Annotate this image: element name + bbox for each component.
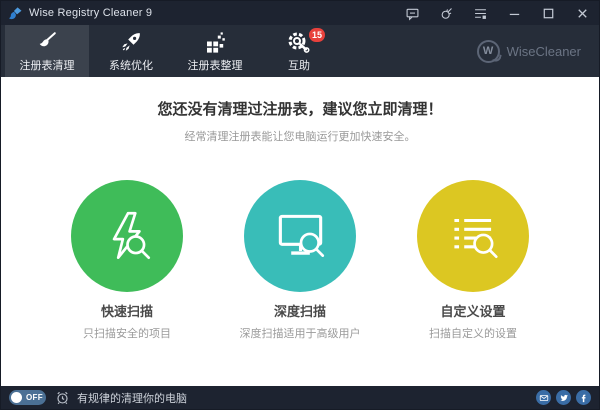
schedule-message: 有规律的清理你的电脑 bbox=[77, 392, 187, 405]
custom-settings-action: 自定义设置 扫描自定义的设置 bbox=[408, 180, 538, 341]
twitter-icon bbox=[559, 394, 568, 401]
twitter-button[interactable] bbox=[556, 390, 571, 405]
social-links bbox=[536, 390, 591, 405]
menu-icon bbox=[474, 8, 486, 19]
deep-scan-button[interactable] bbox=[244, 180, 356, 292]
tab-registry-cleaner[interactable]: 注册表清理 bbox=[5, 25, 89, 77]
toggle-state: OFF bbox=[26, 393, 43, 402]
rocket-icon bbox=[122, 32, 140, 51]
feedback-icon bbox=[406, 8, 418, 21]
main-content: 您还没有清理过注册表，建议您立即清理！ 经常清理注册表能让您电脑运行更加快速安全… bbox=[1, 77, 599, 386]
tab-registry-defrag[interactable]: 注册表整理 bbox=[173, 25, 257, 77]
quick-scan-action: 快速扫描 只扫描安全的项目 bbox=[62, 180, 192, 341]
close-button[interactable] bbox=[565, 1, 599, 25]
quick-scan-button[interactable] bbox=[71, 180, 183, 292]
window-title: Wise Registry Cleaner 9 bbox=[29, 7, 153, 19]
feedback-button[interactable] bbox=[395, 1, 429, 25]
alarm-clock-icon bbox=[57, 391, 68, 405]
minimize-button[interactable] bbox=[497, 1, 531, 25]
deep-scan-action: 深度扫描 深度扫描适用于高级用户 bbox=[235, 180, 365, 341]
tab-label: 注册表清理 bbox=[19, 59, 75, 72]
quick-scan-label: 快速扫描 bbox=[100, 304, 153, 319]
toggle-knob-icon bbox=[11, 392, 22, 403]
defrag-blocks-icon bbox=[207, 31, 225, 53]
app-window: Wise Registry Cleaner 9 注册表清理 系统优化 注册表整理… bbox=[0, 0, 600, 410]
deep-scan-label: 深度扫描 bbox=[273, 304, 326, 319]
menu-button[interactable] bbox=[463, 1, 497, 25]
deep-scan-description: 深度扫描适用于高级用户 bbox=[239, 328, 361, 340]
scan-actions: 快速扫描 只扫描安全的项目 深度扫描 深度扫描适用于高级用户 自定义设置 扫描自… bbox=[1, 180, 599, 341]
tab-label: 互助 bbox=[288, 59, 310, 72]
brand-name: WiseCleaner bbox=[506, 43, 581, 59]
tab-help[interactable]: 互助 15 bbox=[257, 25, 341, 77]
email-icon bbox=[539, 394, 548, 401]
custom-settings-description: 扫描自定义的设置 bbox=[429, 328, 517, 340]
page-title: 您还没有清理过注册表，建议您立即清理！ bbox=[157, 101, 443, 118]
tab-label: 注册表整理 bbox=[187, 59, 243, 72]
quick-scan-description: 只扫描安全的项目 bbox=[83, 328, 171, 340]
title-bar: Wise Registry Cleaner 9 bbox=[1, 1, 599, 25]
brush-icon bbox=[39, 31, 56, 46]
tab-label: 系统优化 bbox=[109, 59, 153, 72]
app-logo-icon bbox=[9, 6, 22, 19]
status-bar: OFF 有规律的清理你的电脑 bbox=[1, 386, 599, 409]
list-scan-icon bbox=[454, 218, 498, 259]
maximize-icon bbox=[543, 8, 553, 18]
page-subtitle: 经常清理注册表能让您电脑运行更加快速安全。 bbox=[184, 131, 416, 143]
lightning-scan-icon bbox=[112, 211, 151, 260]
maximize-button[interactable] bbox=[531, 1, 565, 25]
monitor-scan-icon bbox=[278, 214, 325, 257]
nav-bar: 注册表清理 系统优化 注册表整理 互助 15 W WiseCleaner bbox=[1, 25, 599, 77]
wisecleaner-logo[interactable]: W WiseCleaner bbox=[476, 25, 581, 77]
brand-w-icon: W bbox=[476, 39, 500, 63]
notification-badge: 15 bbox=[308, 28, 325, 42]
tab-system-tuneup[interactable]: 系统优化 bbox=[89, 25, 173, 77]
close-icon bbox=[577, 8, 587, 18]
custom-settings-label: 自定义设置 bbox=[440, 304, 506, 319]
schedule-toggle[interactable]: OFF bbox=[9, 390, 46, 405]
theme-button[interactable] bbox=[429, 1, 463, 25]
gear-wrench-icon bbox=[288, 32, 310, 53]
facebook-icon bbox=[581, 394, 586, 402]
email-button[interactable] bbox=[536, 390, 551, 405]
theme-icon bbox=[441, 7, 452, 19]
facebook-button[interactable] bbox=[576, 390, 591, 405]
minimize-icon bbox=[509, 13, 519, 15]
custom-settings-button[interactable] bbox=[417, 180, 529, 292]
